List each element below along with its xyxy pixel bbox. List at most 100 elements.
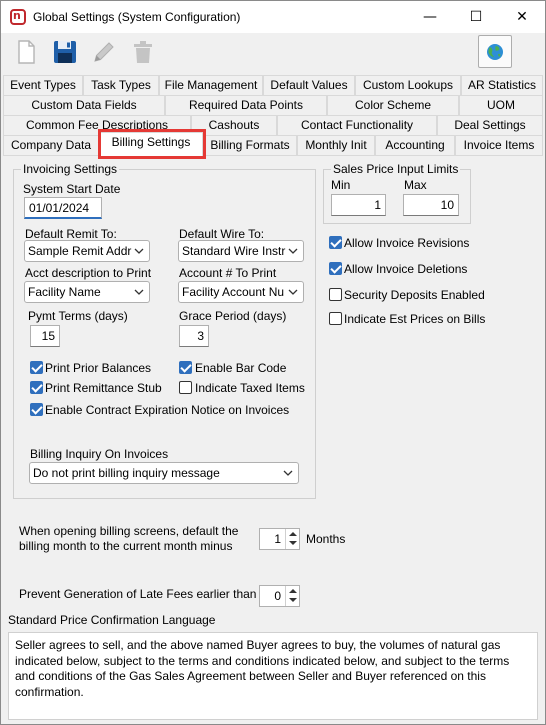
acct-description-select[interactable]: Facility Name [24, 281, 150, 303]
tab-accounting[interactable]: Accounting [375, 135, 455, 155]
start-date-label: System Start Date [23, 182, 121, 196]
months-unit-label: Months [306, 532, 346, 546]
chevron-down-icon [283, 470, 293, 476]
enable-bar-code-checkbox[interactable] [179, 361, 192, 374]
acct-description-value: Facility Name [28, 285, 101, 299]
chevron-down-icon [134, 248, 144, 254]
remit-to-select[interactable]: Sample Remit Addr [24, 240, 150, 262]
billing-inquiry-value: Do not print billing inquiry message [33, 466, 220, 480]
security-deposits-label: Security Deposits Enabled [344, 288, 485, 302]
edit-icon[interactable] [90, 38, 118, 66]
tab-uom[interactable]: UOM [459, 95, 543, 115]
late-fees-label: Prevent Generation of Late Fees earlier … [19, 587, 257, 601]
print-remittance-stub-label: Print Remittance Stub [45, 381, 162, 395]
allow-revisions-label: Allow Invoice Revisions [344, 236, 470, 250]
chevron-down-icon [288, 289, 298, 295]
account-number-select[interactable]: Facility Account Nu [178, 281, 304, 303]
remit-to-value: Sample Remit Addr [28, 244, 132, 258]
contract-expiration-checkbox[interactable] [30, 403, 43, 416]
tab-custom-lookups[interactable]: Custom Lookups [355, 75, 461, 95]
tab-company-data[interactable]: Company Data [3, 135, 99, 155]
indicate-taxed-items-checkbox[interactable] [179, 381, 192, 394]
spin-down-icon[interactable] [289, 541, 297, 545]
billing-month-spinner[interactable]: 1 [259, 528, 300, 550]
close-button[interactable]: ✕ [499, 1, 545, 33]
delete-icon[interactable] [129, 38, 157, 66]
wire-to-select[interactable]: Standard Wire Instr [178, 240, 304, 262]
tab-cashouts[interactable]: Cashouts [191, 115, 277, 135]
billing-settings-panel: Invoicing Settings System Start Date 01/… [3, 155, 543, 723]
print-prior-balances-checkbox[interactable] [30, 361, 43, 374]
late-fees-spinner[interactable]: 0 [259, 585, 300, 607]
toolbar [1, 33, 545, 73]
min-label: Min [331, 178, 351, 192]
wire-to-value: Standard Wire Instr [182, 244, 286, 258]
spinner-arrows[interactable] [285, 586, 299, 606]
late-fees-value: 0 [274, 589, 281, 603]
globe-icon [487, 44, 503, 60]
min-price-field[interactable]: 1 [331, 194, 386, 216]
spin-down-icon[interactable] [289, 598, 297, 602]
price-confirmation-label: Standard Price Confirmation Language [8, 613, 216, 627]
billing-month-value: 1 [274, 532, 281, 546]
minimize-button[interactable]: — [407, 1, 453, 33]
remit-to-label: Default Remit To: [25, 227, 117, 241]
account-number-label: Account # To Print [179, 266, 277, 280]
billing-month-label-line1: When opening billing screens, default th… [19, 524, 239, 538]
window-title: Global Settings (System Configuration) [33, 10, 241, 24]
account-number-value: Facility Account Nu [182, 285, 285, 299]
start-date-value: 01/01/2024 [29, 201, 90, 215]
tab-ar-statistics[interactable]: AR Statistics [461, 75, 543, 95]
spin-up-icon[interactable] [289, 532, 297, 536]
contract-expiration-label: Enable Contract Expiration Notice on Inv… [45, 403, 290, 417]
globe-button[interactable] [478, 35, 512, 68]
max-price-field[interactable]: 10 [403, 194, 459, 216]
tab-billing-formats[interactable]: Billing Formats [203, 135, 297, 155]
tab-file-management[interactable]: File Management [159, 75, 263, 95]
spin-up-icon[interactable] [289, 589, 297, 593]
acct-description-label: Acct description to Print [25, 266, 152, 280]
chevron-down-icon [134, 289, 144, 295]
grace-period-field[interactable]: 3 [179, 325, 209, 347]
allow-deletions-label: Allow Invoice Deletions [344, 262, 468, 276]
tab-default-values[interactable]: Default Values [263, 75, 355, 95]
wire-to-label: Default Wire To: [179, 227, 265, 241]
spinner-arrows[interactable] [285, 529, 299, 549]
chevron-down-icon [288, 248, 298, 254]
allow-revisions-checkbox[interactable] [329, 236, 342, 249]
print-prior-balances-label: Print Prior Balances [45, 361, 152, 375]
sales-price-limits-title: Sales Price Input Limits [331, 162, 461, 176]
price-confirmation-textarea[interactable]: Seller agrees to sell, and the above nam… [8, 632, 538, 720]
tab-required-data-points[interactable]: Required Data Points [165, 95, 327, 115]
tab-invoice-items[interactable]: Invoice Items [455, 135, 543, 155]
tab-custom-data-fields[interactable]: Custom Data Fields [3, 95, 165, 115]
billing-inquiry-select[interactable]: Do not print billing inquiry message [29, 462, 299, 484]
maximize-button[interactable]: ☐ [453, 1, 499, 33]
save-icon[interactable] [51, 38, 79, 66]
new-document-icon[interactable] [12, 38, 40, 66]
print-remittance-stub-checkbox[interactable] [30, 381, 43, 394]
pymt-terms-field[interactable]: 15 [30, 325, 60, 347]
grace-period-label: Grace Period (days) [179, 309, 287, 323]
security-deposits-checkbox[interactable] [329, 288, 342, 301]
settings-window: n Global Settings (System Configuration)… [0, 0, 546, 725]
tab-event-types[interactable]: Event Types [3, 75, 83, 95]
invoicing-settings-title: Invoicing Settings [21, 162, 120, 176]
tab-contact-functionality[interactable]: Contact Functionality [277, 115, 437, 135]
est-prices-label: Indicate Est Prices on Bills [344, 312, 486, 326]
tab-monthly-init[interactable]: Monthly Init [297, 135, 375, 155]
start-date-field[interactable]: 01/01/2024 [24, 197, 102, 219]
allow-deletions-checkbox[interactable] [329, 262, 342, 275]
max-label: Max [404, 178, 427, 192]
pymt-terms-label: Pymt Terms (days) [28, 309, 128, 323]
enable-bar-code-label: Enable Bar Code [195, 361, 287, 375]
est-prices-checkbox[interactable] [329, 312, 342, 325]
tab-billing-settings[interactable]: Billing Settings [99, 132, 203, 156]
title-bar: n Global Settings (System Configuration)… [1, 1, 545, 33]
tab-color-scheme[interactable]: Color Scheme [327, 95, 459, 115]
tab-task-types[interactable]: Task Types [83, 75, 159, 95]
billing-month-label-line2: billing month to the current month minus [19, 539, 233, 553]
tab-deal-settings[interactable]: Deal Settings [437, 115, 543, 135]
indicate-taxed-items-label: Indicate Taxed Items [195, 381, 305, 395]
app-logo-icon: n [10, 9, 26, 25]
